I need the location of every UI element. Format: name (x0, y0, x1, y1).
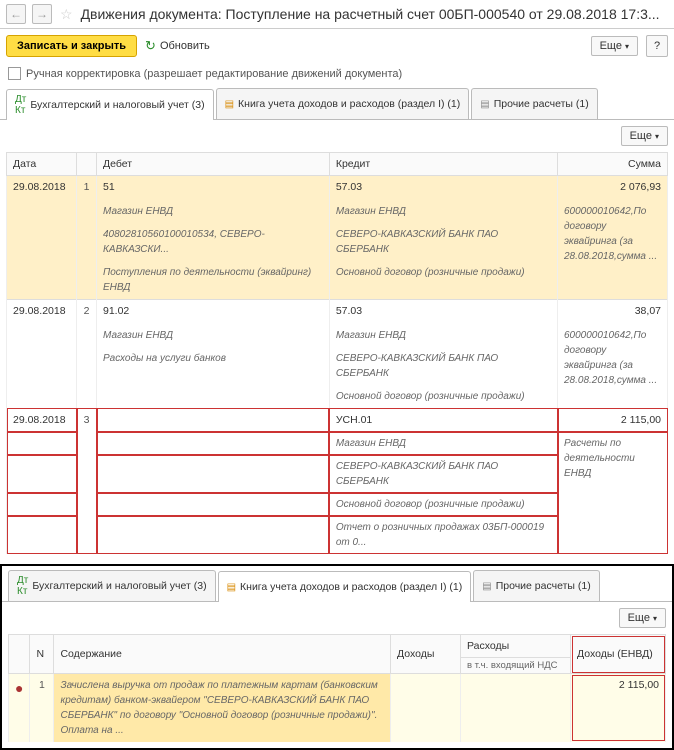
col-vat: в т.ч. входящий НДС (461, 658, 571, 674)
forward-button[interactable]: → (32, 4, 52, 24)
favorite-icon[interactable]: ☆ (60, 6, 73, 23)
table-row[interactable]: Магазин ЕНВД Расчеты по деятельности ЕНВ… (7, 432, 668, 455)
table-row[interactable]: 29.08.2018 1 51 57.03 2 076,93 (7, 176, 668, 200)
col-sum: Сумма (558, 153, 668, 176)
col-expense: Расходы (461, 635, 571, 658)
col-content: Содержание (54, 635, 391, 674)
command-bar: Записать и закрыть ↻ Обновить Еще ▾ ? (0, 29, 674, 63)
col-income: Доходы (391, 635, 461, 674)
table-row[interactable]: 29.08.2018 2 91.02 57.03 38,07 (7, 299, 668, 323)
tab-accounting[interactable]: ДтКт Бухгалтерский и налоговый учет (3) (6, 89, 214, 120)
table-row[interactable]: Магазин ЕНВД Магазин ЕНВД 600000010642,П… (7, 324, 668, 347)
table1-more-row: Еще ▾ (0, 120, 674, 152)
tab-accounting-2[interactable]: ДтКт Бухгалтерский и налоговый учет (3) (8, 570, 216, 601)
chevron-down-icon: ▾ (653, 614, 657, 623)
table-row[interactable]: Магазин ЕНВД Магазин ЕНВД 600000010642,П… (7, 200, 668, 223)
col-n: N (30, 635, 54, 674)
book-icon: ▤ (227, 582, 236, 593)
more-button[interactable]: Еще ▾ (591, 36, 638, 56)
top-toolbar: ← → ☆ Движения документа: Поступление на… (0, 0, 674, 29)
table2-more-row: Еще ▾ (2, 602, 672, 634)
table-icon: ▤ (482, 581, 491, 592)
refresh-button[interactable]: ↻ Обновить (145, 38, 210, 54)
refresh-label: Обновить (160, 40, 210, 52)
income-book-table: N Содержание Доходы Расходы Доходы (ЕНВД… (8, 634, 666, 742)
col-date: Дата (7, 153, 77, 176)
ledger-icon: ДтКт (15, 94, 26, 116)
table-icon: ▤ (480, 99, 489, 110)
accounting-table: Дата Дебет Кредит Сумма 29.08.2018 1 51 … (6, 152, 668, 554)
table-row[interactable]: ● 1 Зачислена выручка от продаж по плате… (9, 674, 666, 743)
ledger-icon: ДтКт (17, 575, 28, 597)
tab-other[interactable]: ▤ Прочие расчеты (1) (471, 88, 597, 119)
save-close-button[interactable]: Записать и закрыть (6, 35, 137, 57)
manual-edit-checkbox[interactable] (8, 67, 21, 80)
tabs-top: ДтКт Бухгалтерский и налоговый учет (3) … (0, 88, 674, 120)
row-marker-icon: ● (9, 674, 30, 743)
table2-more-button[interactable]: Еще ▾ (619, 608, 666, 628)
col-income-envd: Доходы (ЕНВД) (571, 635, 666, 674)
tab-other-2[interactable]: ▤ Прочие расчеты (1) (473, 570, 599, 601)
col-debit: Дебет (97, 153, 330, 176)
manual-edit-row: Ручная корректировка (разрешает редактир… (0, 63, 674, 88)
col-credit: Кредит (329, 153, 557, 176)
chevron-down-icon: ▾ (655, 132, 659, 141)
back-button[interactable]: ← (6, 4, 26, 24)
tabs-bottom: ДтКт Бухгалтерский и налоговый учет (3) … (2, 566, 672, 602)
help-button[interactable]: ? (646, 35, 668, 57)
tab-income-book-2[interactable]: ▤ Книга учета доходов и расходов (раздел… (218, 571, 472, 602)
table-row[interactable]: 29.08.2018 3 УСН.01 2 115,00 (7, 408, 668, 432)
table-header-row: N Содержание Доходы Расходы Доходы (ЕНВД… (9, 635, 666, 658)
chevron-down-icon: ▾ (625, 42, 629, 51)
page-title: Движения документа: Поступление на расче… (81, 6, 660, 22)
bottom-section: ДтКт Бухгалтерский и налоговый учет (3) … (0, 564, 674, 750)
manual-edit-label: Ручная корректировка (разрешает редактир… (26, 68, 402, 80)
tab-income-book[interactable]: ▤ Книга учета доходов и расходов (раздел… (216, 88, 470, 119)
table-header-row: Дата Дебет Кредит Сумма (7, 153, 668, 176)
refresh-icon: ↻ (145, 38, 156, 54)
table1-more-button[interactable]: Еще ▾ (621, 126, 668, 146)
book-icon: ▤ (225, 99, 234, 110)
